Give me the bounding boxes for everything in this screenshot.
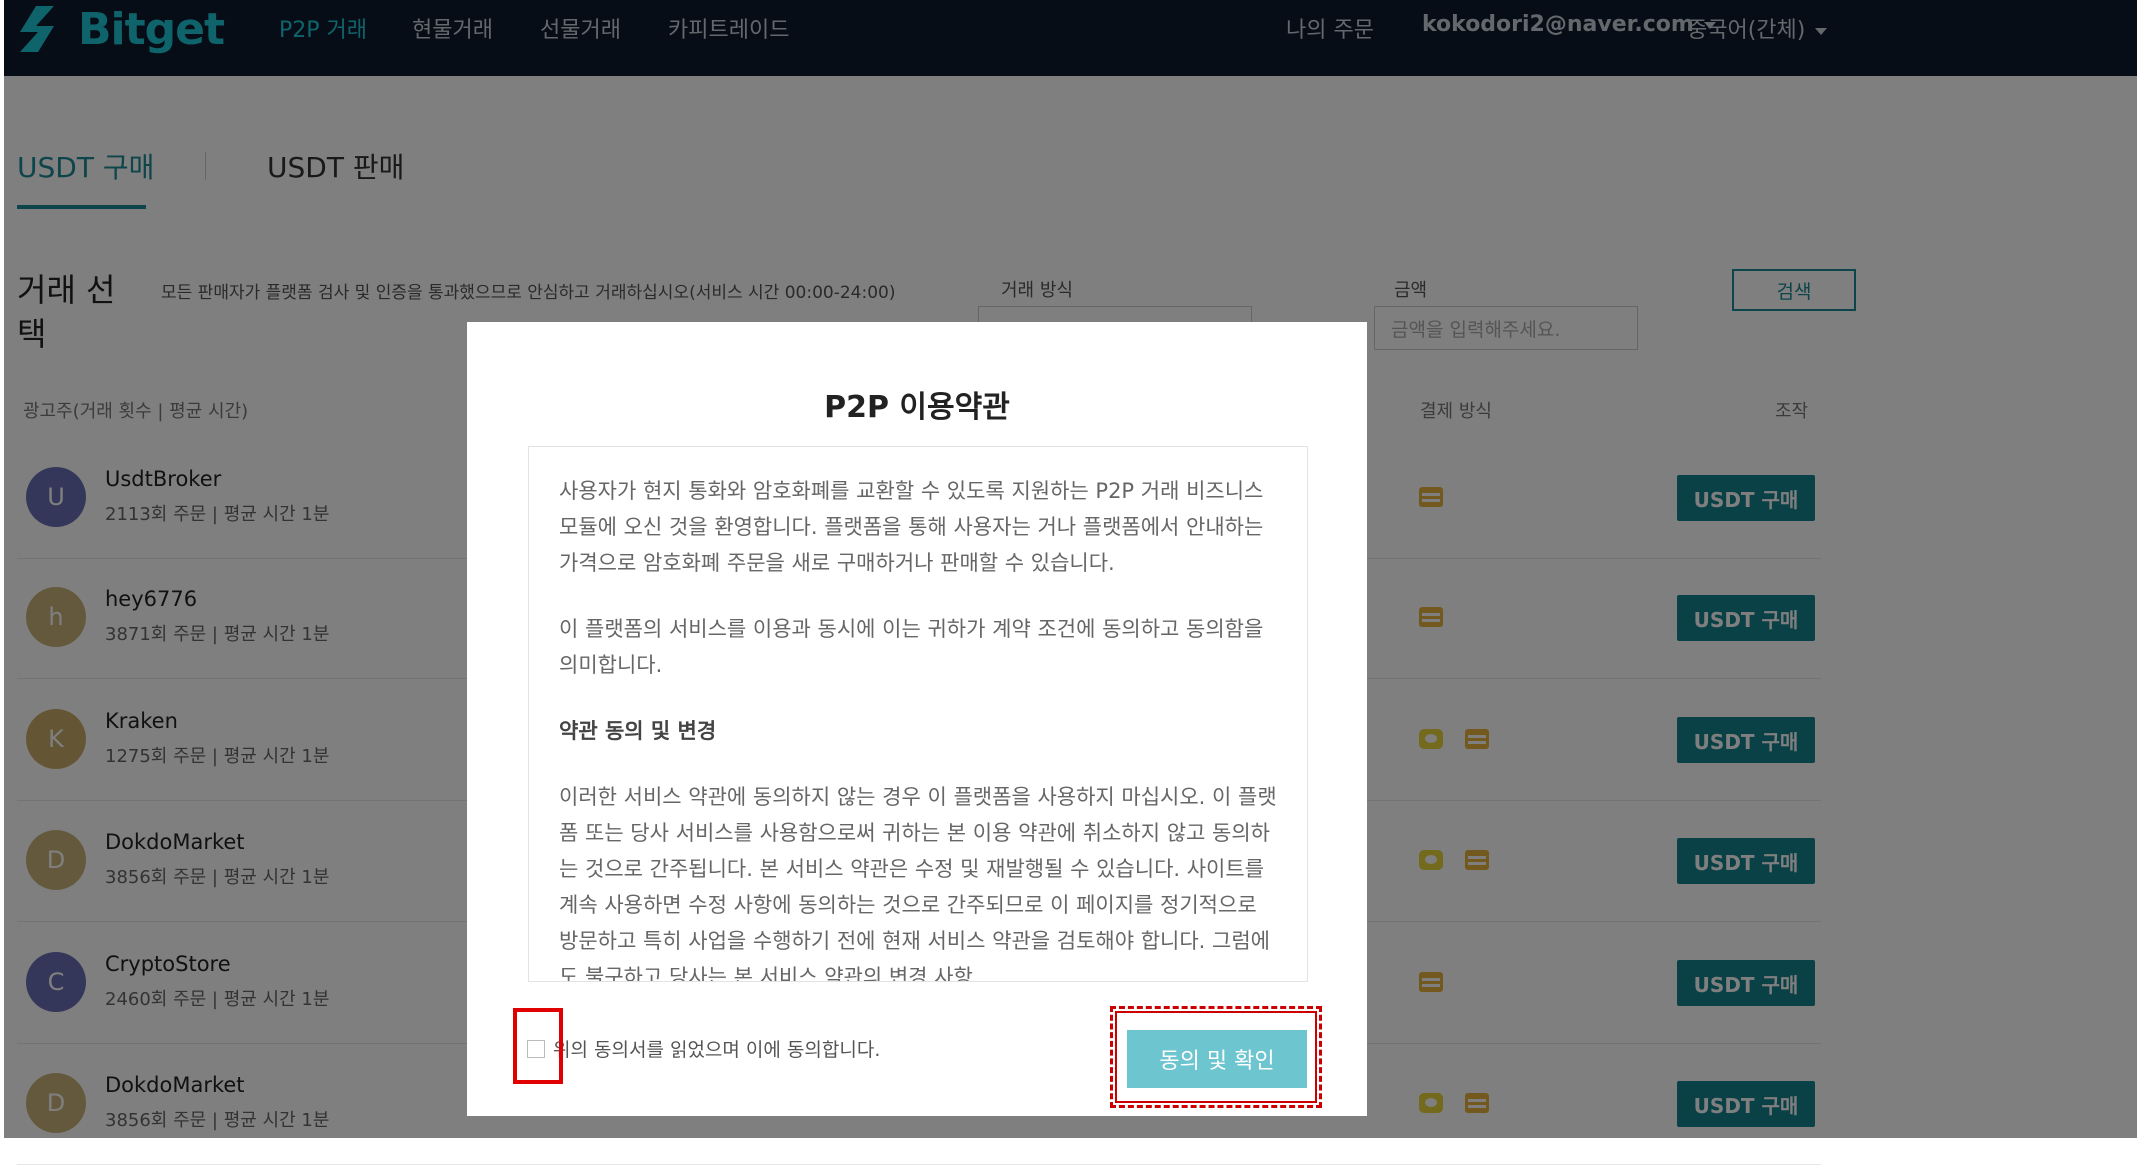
terms-heading: 약관 동의 및 변경 (559, 719, 717, 743)
agree-row[interactable]: 위의 동의서를 읽었으며 이에 동의합니다. (527, 1035, 880, 1062)
terms-modal: P2P 이용약관 사용자가 현지 통화와 암호화폐를 교환할 수 있도록 지원하… (467, 322, 1367, 1116)
terms-paragraph: 이러한 서비스 약관에 동의하지 않는 경우 이 플랫폼을 사용하지 마십시오.… (559, 785, 1277, 982)
modal-title: P2P 이용약관 (824, 390, 1010, 425)
terms-paragraph: 이 플랫폼의 서비스를 이용과 동시에 이는 귀하가 계약 조건에 동의하고 동… (559, 617, 1264, 677)
agree-label[interactable]: 위의 동의서를 읽었으며 이에 동의합니다. (553, 1035, 880, 1062)
terms-paragraph: 사용자가 현지 통화와 암호화폐를 교환할 수 있도록 지원하는 P2P 거래 … (559, 479, 1264, 575)
terms-scroll-box[interactable]: 사용자가 현지 통화와 암호화폐를 교환할 수 있도록 지원하는 P2P 거래 … (528, 446, 1308, 982)
annotation-box-confirm (1110, 1006, 1322, 1108)
annotation-box-checkbox (513, 1008, 563, 1084)
